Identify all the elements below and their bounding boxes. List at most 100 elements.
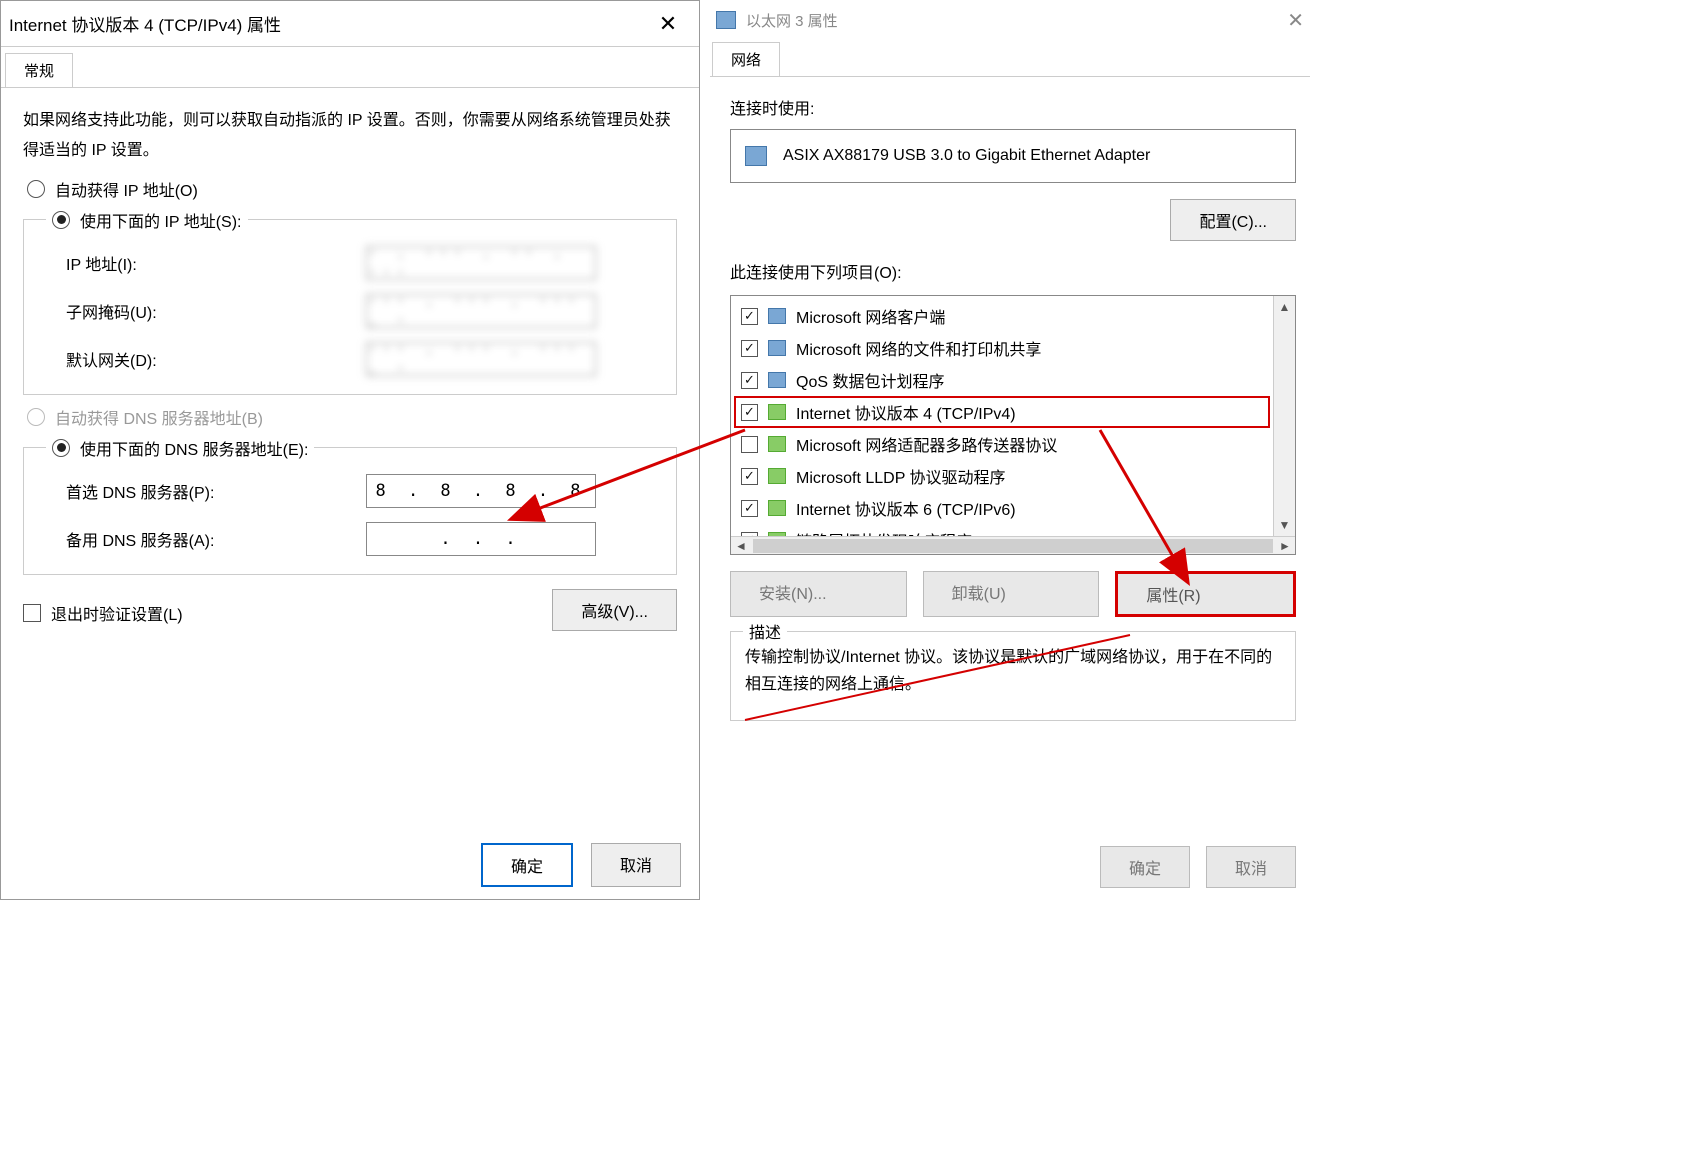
radio-auto-dns: 自动获得 DNS 服务器地址(B) (27, 405, 677, 429)
list-item[interactable]: Internet 协议版本 6 (TCP/IPv6) (733, 492, 1271, 524)
list-item[interactable]: Microsoft 网络的文件和打印机共享 (733, 332, 1271, 364)
connection-items-list: Microsoft 网络客户端 Microsoft 网络的文件和打印机共享 QoS … (730, 295, 1296, 555)
item-buttons: 安装(N)... 卸载(U) 属性(R) (730, 571, 1296, 617)
checkbox-icon[interactable] (741, 500, 758, 517)
ok-button[interactable]: 确定 (481, 843, 573, 887)
tab-bar: 常规 (1, 47, 699, 88)
input-dns1[interactable]: 8 . 8 . 8 . 8 (366, 474, 596, 508)
input-mask[interactable]: ··· . ··· . ··· . · (366, 294, 596, 328)
list-item[interactable]: QoS 数据包计划程序 (733, 364, 1271, 396)
list-item-label: Microsoft LLDP 协议驱动程序 (796, 464, 1006, 488)
radio-label: 使用下面的 DNS 服务器地址(E): (80, 436, 308, 460)
dialog-body: 连接时使用: ASIX AX88179 USB 3.0 to Gigabit E… (710, 77, 1310, 721)
list-item-label: QoS 数据包计划程序 (796, 368, 944, 392)
radio-icon (52, 439, 70, 457)
cancel-button[interactable]: 取消 (591, 843, 681, 887)
properties-button[interactable]: 属性(R) (1115, 571, 1296, 617)
checkbox-icon[interactable] (741, 436, 758, 453)
info-text: 如果网络支持此功能，则可以获取自动指派的 IP 设置。否则，你需要从网络系统管理… (23, 106, 677, 167)
scroll-thumb[interactable] (753, 539, 1273, 553)
ok-button[interactable]: 确定 (1100, 846, 1190, 888)
static-dns-group: 使用下面的 DNS 服务器地址(E): 首选 DNS 服务器(P): 8 . 8… (23, 447, 677, 575)
dialog-footer: 确定 取消 (481, 843, 681, 887)
input-dns2[interactable]: . . . (366, 522, 596, 556)
radio-icon (52, 211, 70, 229)
titlebar: Internet 协议版本 4 (TCP/IPv4) 属性 ✕ (1, 1, 699, 47)
uninstall-button[interactable]: 卸载(U) (923, 571, 1100, 617)
tab-bar: 网络 (710, 40, 1310, 77)
cancel-button[interactable]: 取消 (1206, 846, 1296, 888)
list-item[interactable]: Internet 协议版本 4 (TCP/IPv4) (734, 396, 1270, 428)
checkbox-icon[interactable] (741, 468, 758, 485)
dialog-title: Internet 协议版本 4 (TCP/IPv4) 属性 (9, 11, 645, 36)
scroll-down-icon[interactable]: ▼ (1274, 514, 1295, 536)
vertical-scrollbar[interactable]: ▲ ▼ (1273, 296, 1295, 536)
static-ip-group: 使用下面的 IP 地址(S): IP 地址(I): · . ··· . ·· .… (23, 219, 677, 395)
label-connect-using: 连接时使用: (730, 95, 1296, 119)
close-icon[interactable]: ✕ (645, 1, 691, 47)
label-ip: IP 地址(I): (66, 251, 366, 275)
install-button[interactable]: 安装(N)... (730, 571, 907, 617)
description-legend: 描述 (743, 620, 787, 647)
protocol-icon (768, 340, 786, 356)
protocol-icon (768, 308, 786, 324)
row-dns2: 备用 DNS 服务器(A): . . . (66, 522, 658, 556)
radio-auto-ip[interactable]: 自动获得 IP 地址(O) (27, 177, 677, 201)
adapter-box[interactable]: ASIX AX88179 USB 3.0 to Gigabit Ethernet… (730, 129, 1296, 183)
radio-icon (27, 180, 45, 198)
list-item-label: Microsoft 网络的文件和打印机共享 (796, 336, 1041, 360)
row-mask: 子网掩码(U): ··· . ··· . ··· . · (66, 294, 658, 328)
label-items: 此连接使用下列项目(O): (730, 259, 1296, 283)
row-dns1: 首选 DNS 服务器(P): 8 . 8 . 8 . 8 (66, 474, 658, 508)
input-gateway[interactable]: ··· . ··· . ··· . · (366, 342, 596, 376)
tab-network[interactable]: 网络 (712, 42, 780, 76)
list-item[interactable]: Microsoft LLDP 协议驱动程序 (733, 460, 1271, 492)
list-item-label: Microsoft 网络客户端 (796, 304, 945, 328)
radio-label: 自动获得 DNS 服务器地址(B) (55, 405, 263, 429)
protocol-icon (768, 468, 786, 484)
dialog-footer: 确定 取消 (1100, 846, 1296, 888)
list-item-label: Internet 协议版本 4 (TCP/IPv4) (796, 400, 1016, 424)
protocol-icon (768, 436, 786, 452)
scroll-left-icon[interactable]: ◄ (731, 539, 751, 553)
configure-button[interactable]: 配置(C)... (1170, 199, 1296, 241)
list-item-label: Microsoft 网络适配器多路传送器协议 (796, 432, 1057, 456)
ipv4-properties-dialog: Internet 协议版本 4 (TCP/IPv4) 属性 ✕ 常规 如果网络支… (0, 0, 700, 900)
label-dns1: 首选 DNS 服务器(P): (66, 479, 366, 503)
horizontal-scrollbar[interactable]: ◄ ► (731, 536, 1295, 554)
ethernet-properties-dialog: 以太网 3 属性 ✕ 网络 连接时使用: ASIX AX88179 USB 3.… (710, 0, 1310, 900)
adapter-name: ASIX AX88179 USB 3.0 to Gigabit Ethernet… (783, 147, 1150, 165)
adapter-icon (745, 146, 767, 166)
radio-label: 自动获得 IP 地址(O) (55, 177, 198, 201)
list-item-label: Internet 协议版本 6 (TCP/IPv6) (796, 496, 1016, 520)
list-item[interactable]: Microsoft 网络适配器多路传送器协议 (733, 428, 1271, 460)
input-ip[interactable]: · . ··· . ·· . ··· (366, 246, 596, 280)
ethernet-icon (716, 11, 736, 29)
protocol-icon (768, 372, 786, 388)
row-gateway: 默认网关(D): ··· . ··· . ··· . · (66, 342, 658, 376)
label-gateway: 默认网关(D): (66, 347, 366, 371)
label-mask: 子网掩码(U): (66, 299, 366, 323)
checkbox-icon[interactable] (741, 404, 758, 421)
list-item[interactable]: Microsoft 网络客户端 (733, 300, 1271, 332)
checkbox-icon[interactable] (741, 372, 758, 389)
dialog-title: 以太网 3 属性 (746, 10, 838, 31)
radio-static-ip[interactable]: 使用下面的 IP 地址(S): (46, 208, 248, 232)
row-ip: IP 地址(I): · . ··· . ·· . ··· (66, 246, 658, 280)
protocol-icon (768, 500, 786, 516)
titlebar: 以太网 3 属性 ✕ (710, 0, 1310, 40)
close-icon[interactable]: ✕ (1287, 8, 1304, 33)
scroll-up-icon[interactable]: ▲ (1274, 296, 1295, 318)
checkbox-icon[interactable] (741, 340, 758, 357)
radio-static-dns[interactable]: 使用下面的 DNS 服务器地址(E): (46, 436, 314, 460)
tab-general[interactable]: 常规 (5, 53, 73, 87)
description-box: 描述 传输控制协议/Internet 协议。该协议是默认的广域网络协议，用于在不… (730, 631, 1296, 721)
label-dns2: 备用 DNS 服务器(A): (66, 527, 366, 551)
description-text: 传输控制协议/Internet 协议。该协议是默认的广域网络协议，用于在不同的相… (745, 649, 1272, 693)
scroll-right-icon[interactable]: ► (1275, 539, 1295, 553)
advanced-button[interactable]: 高级(V)... (552, 589, 677, 631)
protocol-icon (768, 404, 786, 420)
dialog-body: 如果网络支持此功能，则可以获取自动指派的 IP 设置。否则，你需要从网络系统管理… (1, 88, 699, 637)
radio-icon (27, 408, 45, 426)
checkbox-icon[interactable] (741, 308, 758, 325)
